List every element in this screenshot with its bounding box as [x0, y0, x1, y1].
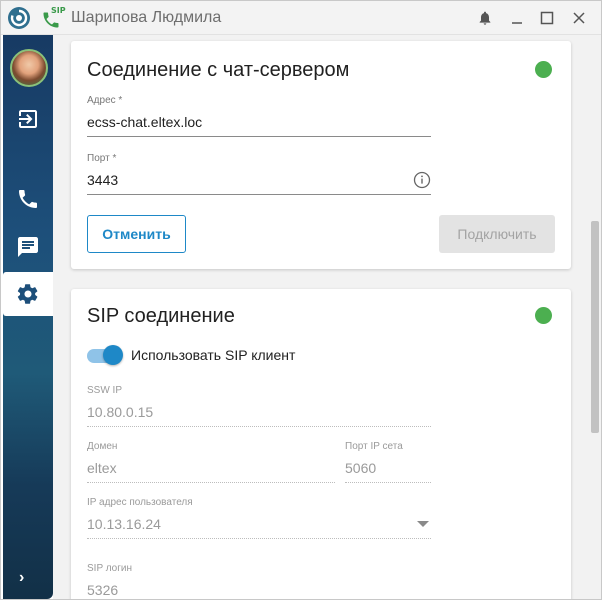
user-ip-label: IP адрес пользователя	[87, 497, 193, 508]
chat-server-status-indicator	[535, 61, 552, 78]
ssw-ip-label: SSW IP	[87, 385, 123, 396]
settings-content: Соединение с чат-сервером Адрес * ecss-c…	[53, 35, 601, 599]
settings-icon[interactable]	[3, 272, 53, 316]
sip-client-toggle[interactable]	[87, 345, 123, 365]
address-input[interactable]: ecss-chat.eltex.loc	[87, 114, 431, 137]
close-icon[interactable]	[569, 8, 589, 28]
bell-icon[interactable]	[475, 8, 495, 28]
sidebar: ›	[3, 35, 53, 599]
address-field[interactable]: Адрес * ecss-chat.eltex.loc	[87, 95, 431, 137]
maximize-icon[interactable]	[537, 8, 557, 28]
info-icon[interactable]	[413, 171, 431, 189]
user-ip-select[interactable]: IP адрес пользователя 10.13.16.24	[87, 497, 431, 539]
address-label: Адрес *	[87, 95, 123, 106]
minimize-icon[interactable]	[507, 8, 527, 28]
connect-button[interactable]: Подключить	[439, 215, 555, 253]
app-window: SIP Шарипова Людмила › Соединение с чат-…	[0, 0, 602, 600]
sip-login-field[interactable]: SIP логин 5326	[87, 563, 431, 599]
sip-badge: SIP	[51, 6, 66, 15]
user-name: Шарипова Людмила	[71, 9, 222, 26]
ip-set-port-field[interactable]: Порт IP сета 5060	[345, 441, 431, 483]
chevron-down-icon[interactable]	[417, 521, 429, 527]
port-label: Порт *	[87, 153, 117, 164]
chat-icon[interactable]	[3, 225, 53, 269]
ssw-ip-field[interactable]: SSW IP 10.80.0.15	[87, 385, 431, 427]
sip-status-indicator	[535, 307, 552, 324]
ssw-ip-input[interactable]: 10.80.0.15	[87, 404, 431, 427]
user-ip-value[interactable]: 10.13.16.24	[87, 516, 431, 539]
sip-client-toggle-label: Использовать SIP клиент	[131, 347, 296, 363]
chat-server-title: Соединение с чат-сервером	[87, 59, 350, 81]
expand-sidebar-icon[interactable]: ›	[19, 569, 24, 587]
scrollbar[interactable]	[591, 221, 599, 433]
port-field[interactable]: Порт * 3443	[87, 153, 431, 195]
title-bar: SIP Шарипова Людмила	[1, 1, 601, 35]
ip-set-port-label: Порт IP сета	[345, 441, 403, 452]
port-input[interactable]: 3443	[87, 172, 431, 195]
cancel-button[interactable]: Отменить	[87, 215, 186, 253]
domain-label: Домен	[87, 441, 118, 452]
chat-server-card: Соединение с чат-сервером Адрес * ecss-c…	[71, 41, 571, 269]
toggle-knob	[103, 345, 123, 365]
sip-title: SIP соединение	[87, 305, 235, 327]
sip-login-input[interactable]: 5326	[87, 582, 431, 599]
app-logo-icon	[8, 7, 30, 29]
ip-set-port-input[interactable]: 5060	[345, 460, 431, 483]
sip-login-label: SIP логин	[87, 563, 132, 574]
domain-field[interactable]: Домен eltex	[87, 441, 335, 483]
domain-input[interactable]: eltex	[87, 460, 335, 483]
phone-icon[interactable]	[3, 177, 53, 221]
logout-icon[interactable]	[3, 97, 53, 141]
sip-connection-card: SIP соединение Использовать SIP клиент S…	[71, 289, 571, 599]
sip-phone-icon: SIP	[41, 6, 66, 30]
avatar[interactable]	[10, 49, 48, 87]
